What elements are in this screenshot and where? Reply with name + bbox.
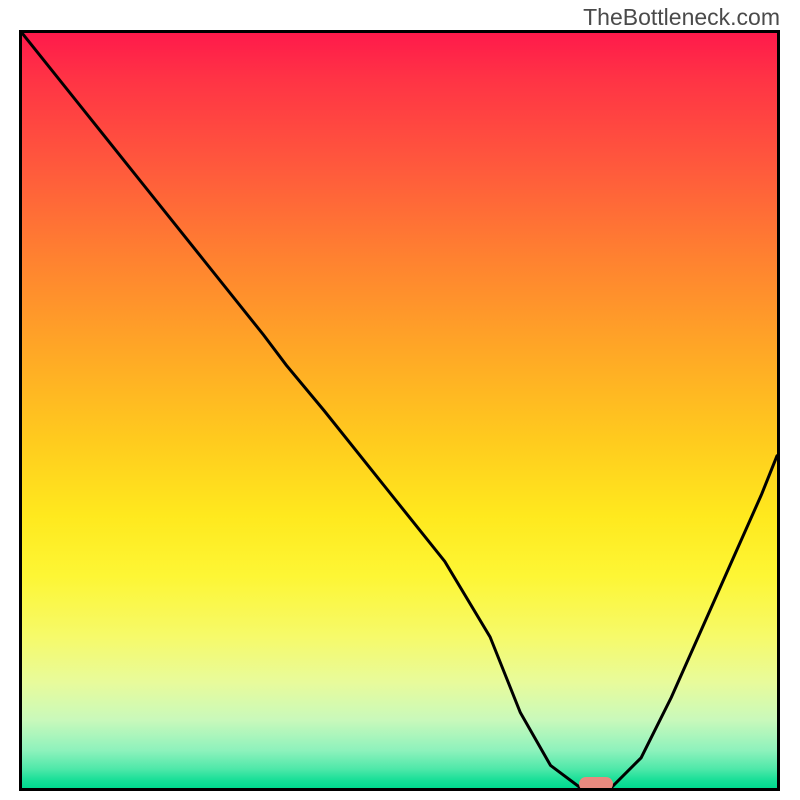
selected-config-marker	[579, 777, 613, 791]
watermark-text: TheBottleneck.com	[583, 4, 780, 31]
plot-area	[19, 30, 780, 791]
chart-container: TheBottleneck.com	[0, 0, 800, 800]
bottleneck-curve	[22, 33, 777, 788]
